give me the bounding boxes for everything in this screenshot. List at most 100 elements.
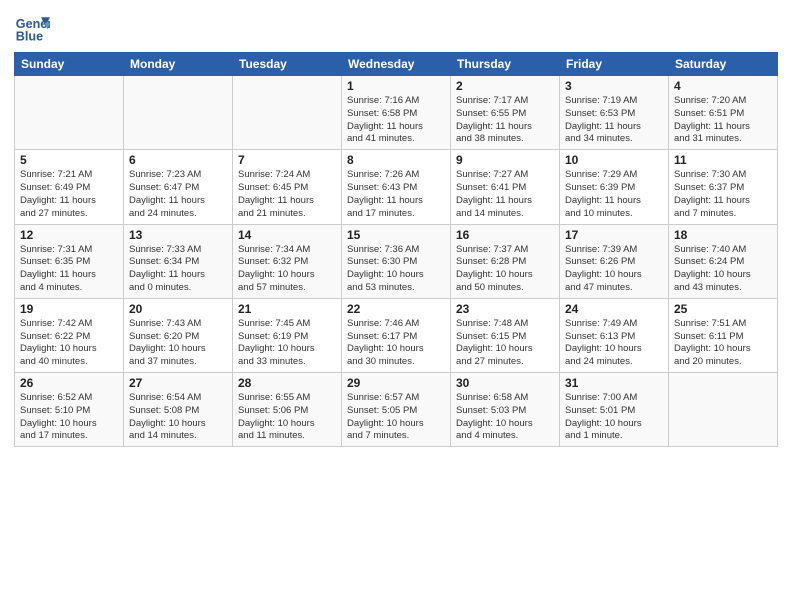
day-info: Sunrise: 7:21 AM Sunset: 6:49 PM Dayligh…: [20, 169, 118, 220]
day-info: Sunrise: 7:26 AM Sunset: 6:43 PM Dayligh…: [347, 169, 445, 220]
weekday-header-saturday: Saturday: [669, 53, 778, 76]
calendar-cell: 3 Sunrise: 7:19 AM Sunset: 6:53 PM Daylig…: [560, 76, 669, 150]
calendar-cell: 28 Sunrise: 6:55 AM Sunset: 5:06 PM Dayli…: [233, 373, 342, 447]
calendar-cell: 6 Sunrise: 7:23 AM Sunset: 6:47 PM Daylig…: [124, 150, 233, 224]
calendar-week-4: 19 Sunrise: 7:42 AM Sunset: 6:22 PM Dayli…: [15, 298, 778, 372]
day-number: 1: [347, 79, 445, 93]
calendar-cell: 5Sunrise: 7:21 AM Sunset: 6:49 PM Daylig…: [15, 150, 124, 224]
calendar-cell: 4 Sunrise: 7:20 AM Sunset: 6:51 PM Daylig…: [669, 76, 778, 150]
day-info: Sunrise: 7:20 AM Sunset: 6:51 PM Dayligh…: [674, 95, 772, 146]
calendar-cell: 11 Sunrise: 7:30 AM Sunset: 6:37 PM Dayli…: [669, 150, 778, 224]
weekday-header-monday: Monday: [124, 53, 233, 76]
day-number: 25: [674, 302, 772, 316]
day-number: 6: [129, 153, 227, 167]
day-info: Sunrise: 7:46 AM Sunset: 6:17 PM Dayligh…: [347, 318, 445, 369]
calendar-week-2: 5Sunrise: 7:21 AM Sunset: 6:49 PM Daylig…: [15, 150, 778, 224]
calendar-cell: 20 Sunrise: 7:43 AM Sunset: 6:20 PM Dayli…: [124, 298, 233, 372]
day-info: Sunrise: 7:27 AM Sunset: 6:41 PM Dayligh…: [456, 169, 554, 220]
calendar-cell: 24Sunrise: 7:49 AM Sunset: 6:13 PM Dayli…: [560, 298, 669, 372]
page: General Blue SundayMondayTuesdayWednesda…: [0, 0, 792, 612]
day-number: 11: [674, 153, 772, 167]
calendar-cell: 1 Sunrise: 7:16 AM Sunset: 6:58 PM Daylig…: [342, 76, 451, 150]
day-number: 10: [565, 153, 663, 167]
day-info: Sunrise: 6:55 AM Sunset: 5:06 PM Dayligh…: [238, 392, 336, 443]
calendar-cell: [124, 76, 233, 150]
day-info: Sunrise: 7:29 AM Sunset: 6:39 PM Dayligh…: [565, 169, 663, 220]
day-number: 31: [565, 376, 663, 390]
day-info: Sunrise: 7:42 AM Sunset: 6:22 PM Dayligh…: [20, 318, 118, 369]
calendar-cell: 7 Sunrise: 7:24 AM Sunset: 6:45 PM Daylig…: [233, 150, 342, 224]
day-number: 12: [20, 228, 118, 242]
weekday-header-tuesday: Tuesday: [233, 53, 342, 76]
calendar-cell: 31Sunrise: 7:00 AM Sunset: 5:01 PM Dayli…: [560, 373, 669, 447]
calendar-cell: 18Sunrise: 7:40 AM Sunset: 6:24 PM Dayli…: [669, 224, 778, 298]
day-number: 26: [20, 376, 118, 390]
day-number: 7: [238, 153, 336, 167]
day-info: Sunrise: 7:33 AM Sunset: 6:34 PM Dayligh…: [129, 244, 227, 295]
calendar-cell: 13 Sunrise: 7:33 AM Sunset: 6:34 PM Dayli…: [124, 224, 233, 298]
weekday-header-row: SundayMondayTuesdayWednesdayThursdayFrid…: [15, 53, 778, 76]
weekday-header-wednesday: Wednesday: [342, 53, 451, 76]
day-info: Sunrise: 6:57 AM Sunset: 5:05 PM Dayligh…: [347, 392, 445, 443]
calendar-cell: 12 Sunrise: 7:31 AM Sunset: 6:35 PM Dayli…: [15, 224, 124, 298]
day-info: Sunrise: 7:19 AM Sunset: 6:53 PM Dayligh…: [565, 95, 663, 146]
calendar-cell: 16 Sunrise: 7:37 AM Sunset: 6:28 PM Dayli…: [451, 224, 560, 298]
calendar-cell: [669, 373, 778, 447]
day-number: 13: [129, 228, 227, 242]
calendar-week-3: 12 Sunrise: 7:31 AM Sunset: 6:35 PM Dayli…: [15, 224, 778, 298]
day-number: 28: [238, 376, 336, 390]
day-info: Sunrise: 7:24 AM Sunset: 6:45 PM Dayligh…: [238, 169, 336, 220]
calendar-week-1: 1 Sunrise: 7:16 AM Sunset: 6:58 PM Daylig…: [15, 76, 778, 150]
day-number: 2: [456, 79, 554, 93]
day-info: Sunrise: 7:16 AM Sunset: 6:58 PM Dayligh…: [347, 95, 445, 146]
calendar-cell: [233, 76, 342, 150]
day-info: Sunrise: 7:43 AM Sunset: 6:20 PM Dayligh…: [129, 318, 227, 369]
calendar-cell: 23Sunrise: 7:48 AM Sunset: 6:15 PM Dayli…: [451, 298, 560, 372]
logo-icon: General Blue: [14, 10, 50, 46]
day-number: 29: [347, 376, 445, 390]
day-info: Sunrise: 7:17 AM Sunset: 6:55 PM Dayligh…: [456, 95, 554, 146]
day-info: Sunrise: 7:51 AM Sunset: 6:11 PM Dayligh…: [674, 318, 772, 369]
day-number: 19: [20, 302, 118, 316]
calendar-cell: 2 Sunrise: 7:17 AM Sunset: 6:55 PM Daylig…: [451, 76, 560, 150]
weekday-header-friday: Friday: [560, 53, 669, 76]
day-number: 24: [565, 302, 663, 316]
day-number: 4: [674, 79, 772, 93]
header: General Blue: [14, 10, 778, 46]
day-info: Sunrise: 7:30 AM Sunset: 6:37 PM Dayligh…: [674, 169, 772, 220]
day-number: 14: [238, 228, 336, 242]
calendar-cell: 10 Sunrise: 7:29 AM Sunset: 6:39 PM Dayli…: [560, 150, 669, 224]
calendar-cell: 21 Sunrise: 7:45 AM Sunset: 6:19 PM Dayli…: [233, 298, 342, 372]
day-number: 15: [347, 228, 445, 242]
day-info: Sunrise: 7:37 AM Sunset: 6:28 PM Dayligh…: [456, 244, 554, 295]
calendar-cell: 25 Sunrise: 7:51 AM Sunset: 6:11 PM Dayli…: [669, 298, 778, 372]
calendar-cell: [15, 76, 124, 150]
day-info: Sunrise: 7:34 AM Sunset: 6:32 PM Dayligh…: [238, 244, 336, 295]
day-number: 30: [456, 376, 554, 390]
day-number: 21: [238, 302, 336, 316]
day-info: Sunrise: 7:23 AM Sunset: 6:47 PM Dayligh…: [129, 169, 227, 220]
calendar-cell: 14 Sunrise: 7:34 AM Sunset: 6:32 PM Dayli…: [233, 224, 342, 298]
calendar-cell: 22 Sunrise: 7:46 AM Sunset: 6:17 PM Dayli…: [342, 298, 451, 372]
day-info: Sunrise: 7:45 AM Sunset: 6:19 PM Dayligh…: [238, 318, 336, 369]
day-number: 20: [129, 302, 227, 316]
svg-text:Blue: Blue: [16, 30, 43, 44]
day-number: 27: [129, 376, 227, 390]
day-info: Sunrise: 7:36 AM Sunset: 6:30 PM Dayligh…: [347, 244, 445, 295]
day-number: 22: [347, 302, 445, 316]
day-number: 3: [565, 79, 663, 93]
calendar-cell: 17Sunrise: 7:39 AM Sunset: 6:26 PM Dayli…: [560, 224, 669, 298]
calendar-cell: 26Sunrise: 6:52 AM Sunset: 5:10 PM Dayli…: [15, 373, 124, 447]
day-info: Sunrise: 7:31 AM Sunset: 6:35 PM Dayligh…: [20, 244, 118, 295]
calendar-cell: 9 Sunrise: 7:27 AM Sunset: 6:41 PM Daylig…: [451, 150, 560, 224]
day-number: 23: [456, 302, 554, 316]
calendar-cell: 8Sunrise: 7:26 AM Sunset: 6:43 PM Daylig…: [342, 150, 451, 224]
calendar-cell: 30Sunrise: 6:58 AM Sunset: 5:03 PM Dayli…: [451, 373, 560, 447]
day-info: Sunrise: 6:54 AM Sunset: 5:08 PM Dayligh…: [129, 392, 227, 443]
calendar-cell: 19 Sunrise: 7:42 AM Sunset: 6:22 PM Dayli…: [15, 298, 124, 372]
day-number: 17: [565, 228, 663, 242]
logo: General Blue: [14, 10, 50, 46]
day-number: 16: [456, 228, 554, 242]
day-number: 9: [456, 153, 554, 167]
calendar-table: SundayMondayTuesdayWednesdayThursdayFrid…: [14, 52, 778, 447]
